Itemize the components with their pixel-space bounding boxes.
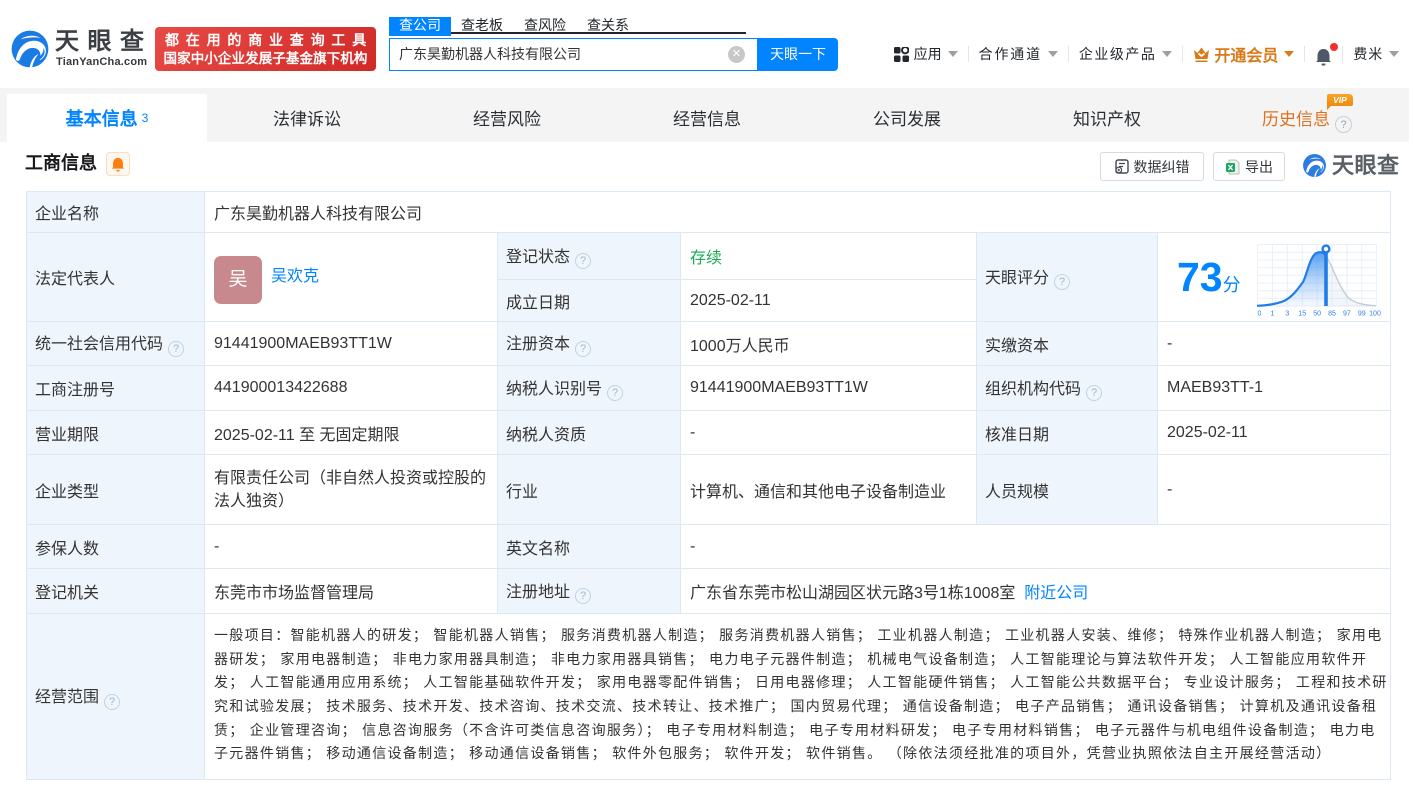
svg-text:3: 3 (1285, 311, 1289, 318)
svg-text:100: 100 (1369, 311, 1381, 318)
svg-text:85: 85 (1328, 311, 1336, 318)
svg-text:97: 97 (1343, 311, 1351, 318)
svg-text:50: 50 (1313, 311, 1321, 318)
svg-text:1: 1 (1270, 311, 1274, 318)
svg-text:0: 0 (1257, 311, 1261, 318)
svg-text:99: 99 (1358, 311, 1366, 318)
svg-text:15: 15 (1298, 311, 1306, 318)
